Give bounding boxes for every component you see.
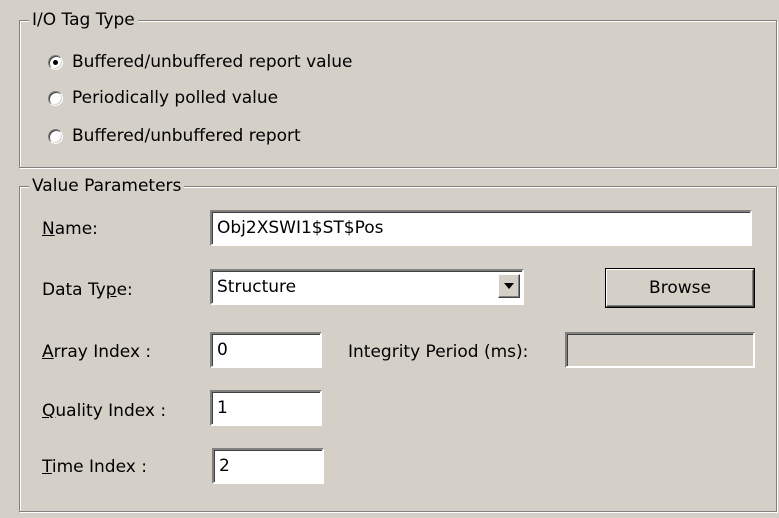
quality-index-label-rest: uality Index :	[55, 401, 167, 421]
name-label-mnemonic: N	[42, 219, 55, 239]
time-index-label-mnemonic: T	[42, 457, 52, 477]
radio-buffered-report-value[interactable]: Buffered/unbuffered report value	[48, 51, 353, 73]
data-type-label-mnemonic: p	[105, 280, 117, 300]
chevron-down-icon	[504, 283, 514, 289]
radio-button[interactable]	[48, 128, 63, 144]
data-type-label-post: e:	[116, 280, 133, 300]
quality-index-label-mnemonic: Q	[42, 401, 56, 421]
data-type-label-pre: Data Ty	[42, 280, 106, 300]
integrity-period-input[interactable]	[565, 332, 755, 368]
radio-label: Buffered/unbuffered report value	[72, 52, 353, 72]
name-label-rest: ame:	[54, 219, 98, 239]
radio-button[interactable]	[48, 54, 63, 70]
radio-selected-dot	[53, 59, 58, 65]
array-index-label-mnemonic: A	[42, 342, 54, 362]
quality-index-label: Quality Index :	[42, 400, 166, 422]
data-type-label: Data Type:	[42, 279, 133, 301]
integrity-period-label: Integrity Period (ms):	[348, 342, 529, 362]
io-tag-type-title: I/O Tag Type	[29, 10, 138, 30]
radio-label: Periodically polled value	[72, 88, 279, 108]
time-index-input[interactable]: 2	[212, 448, 324, 484]
browse-button[interactable]: Browse	[606, 269, 754, 307]
radio-button[interactable]	[48, 90, 63, 106]
radio-label: Buffered/unbuffered report	[72, 126, 301, 146]
quality-index-input[interactable]: 1	[210, 390, 322, 426]
data-type-selected-value: Structure	[217, 277, 297, 297]
name-input[interactable]: Obj2XSWI1$ST$Pos	[210, 210, 752, 246]
time-index-label: Time Index :	[42, 456, 147, 478]
radio-periodically-polled[interactable]: Periodically polled value	[48, 87, 278, 109]
array-index-input[interactable]: 0	[210, 332, 322, 368]
radio-buffered-report[interactable]: Buffered/unbuffered report	[48, 125, 301, 147]
time-index-label-rest: ime Index :	[51, 457, 147, 477]
array-index-label: Array Index :	[42, 341, 151, 363]
data-type-select[interactable]: Structure	[210, 269, 524, 305]
name-label: Name:	[42, 218, 98, 240]
array-index-label-rest: rray Index :	[53, 342, 152, 362]
data-type-dropdown-button[interactable]	[498, 274, 520, 298]
value-parameters-title: Value Parameters	[29, 176, 185, 196]
